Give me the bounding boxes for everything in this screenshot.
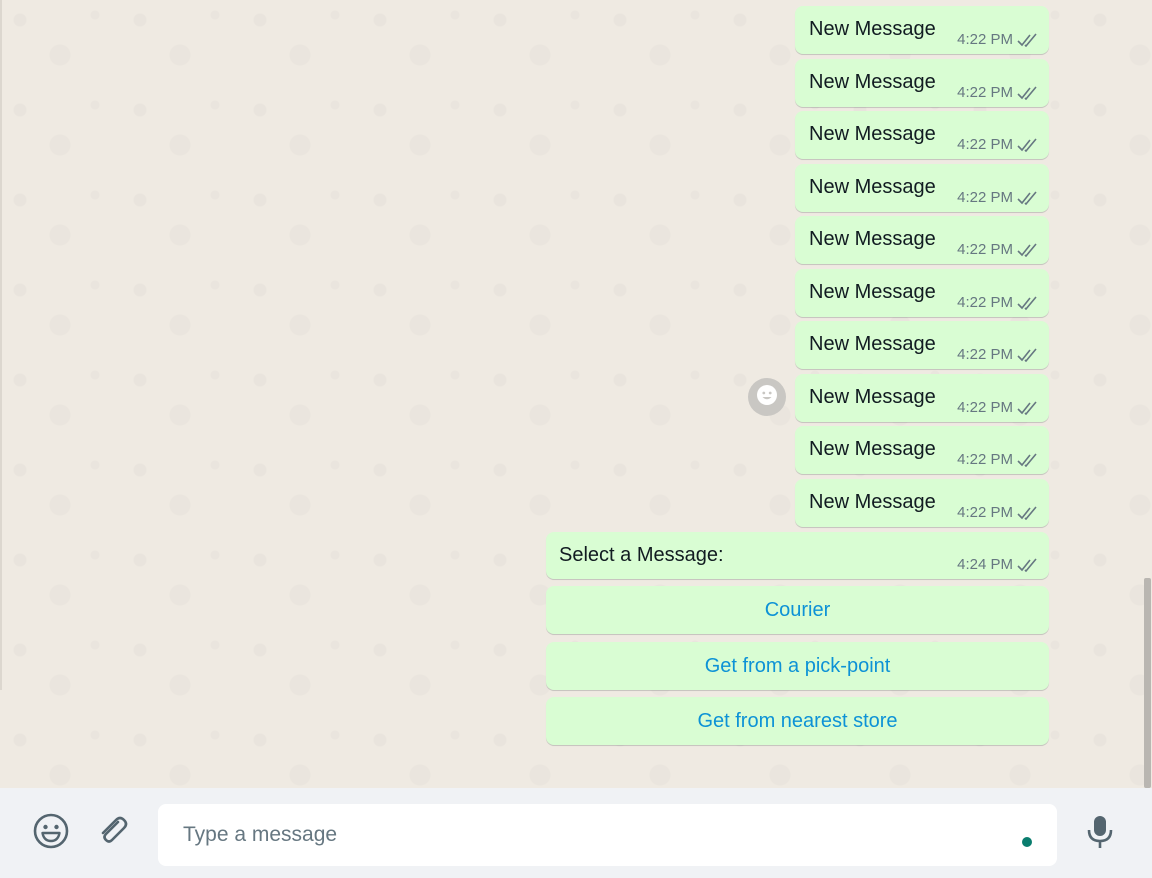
double-check-icon: [1017, 505, 1039, 520]
message-text: New Message: [809, 71, 936, 93]
double-check-icon: [1017, 85, 1039, 100]
double-check-icon: [1017, 295, 1039, 310]
double-check-icon: [1017, 347, 1039, 362]
message-time: 4:22 PM: [957, 294, 1013, 311]
message-meta: 4:22 PM: [957, 84, 1039, 101]
panel-divider: [0, 0, 2, 690]
message-time: 4:22 PM: [957, 241, 1013, 258]
message-time: 4:22 PM: [957, 504, 1013, 521]
message-text: New Message: [809, 491, 936, 513]
message-text: New Message: [809, 333, 936, 355]
message-list[interactable]: New Message 4:22 PM New Message 4:22 PM …: [0, 0, 1152, 788]
chat-window: New Message 4:22 PM New Message 4:22 PM …: [0, 0, 1152, 878]
message-bubble[interactable]: New Message 4:22 PM: [795, 59, 1049, 107]
double-check-icon: [1017, 32, 1039, 47]
message-bubble[interactable]: New Message 4:22 PM: [795, 164, 1049, 212]
message-time: 4:24 PM: [957, 556, 1013, 573]
message-bubble[interactable]: New Message 4:22 PM: [795, 426, 1049, 474]
message-text: New Message: [809, 386, 936, 408]
message-text: New Message: [809, 123, 936, 145]
select-message-bubble[interactable]: Select a Message: 4:24 PM: [546, 532, 1049, 579]
option-button-courier[interactable]: Courier: [546, 586, 1049, 634]
microphone-icon: [1086, 814, 1114, 855]
status-dot: [1022, 837, 1032, 847]
message-bubble[interactable]: New Message 4:22 PM: [795, 269, 1049, 317]
select-message-text: Select a Message:: [559, 544, 724, 566]
message-meta: 4:22 PM: [957, 399, 1039, 416]
emoji-button[interactable]: [30, 812, 72, 854]
double-check-icon: [1017, 400, 1039, 415]
double-check-icon: [1017, 137, 1039, 152]
double-check-icon: [1017, 190, 1039, 205]
composer-bar: [0, 788, 1152, 878]
message-time: 4:22 PM: [957, 84, 1013, 101]
attach-button[interactable]: [92, 812, 134, 854]
message-time: 4:22 PM: [957, 136, 1013, 153]
message-text: New Message: [809, 438, 936, 460]
reaction-button[interactable]: [748, 378, 786, 416]
smiley-icon: [756, 384, 778, 411]
double-check-icon: [1017, 242, 1039, 257]
voice-button[interactable]: [1080, 814, 1120, 854]
message-text: New Message: [809, 281, 936, 303]
message-meta: 4:22 PM: [957, 241, 1039, 258]
message-text: New Message: [809, 176, 936, 198]
double-check-icon: [1017, 452, 1039, 467]
message-time: 4:22 PM: [957, 346, 1013, 363]
message-time: 4:22 PM: [957, 31, 1013, 48]
message-bubble[interactable]: New Message 4:22 PM: [795, 6, 1049, 54]
message-bubble[interactable]: New Message 4:22 PM: [795, 216, 1049, 264]
message-bubble[interactable]: New Message 4:22 PM: [795, 374, 1049, 422]
message-meta: 4:22 PM: [957, 31, 1039, 48]
message-time: 4:22 PM: [957, 189, 1013, 206]
paperclip-icon: [95, 813, 131, 854]
message-bubble[interactable]: New Message 4:22 PM: [795, 321, 1049, 369]
message-input-box[interactable]: [158, 804, 1057, 866]
message-time: 4:22 PM: [957, 451, 1013, 468]
option-button-pick-point[interactable]: Get from a pick-point: [546, 642, 1049, 690]
message-meta: 4:22 PM: [957, 294, 1039, 311]
message-meta: 4:22 PM: [957, 189, 1039, 206]
message-bubble[interactable]: New Message 4:22 PM: [795, 479, 1049, 527]
message-meta: 4:22 PM: [957, 504, 1039, 521]
emoji-icon: [32, 812, 70, 855]
message-meta: 4:24 PM: [957, 556, 1039, 573]
message-time: 4:22 PM: [957, 399, 1013, 416]
message-meta: 4:22 PM: [957, 451, 1039, 468]
scrollbar-thumb[interactable]: [1144, 578, 1151, 788]
message-meta: 4:22 PM: [957, 346, 1039, 363]
message-text: New Message: [809, 18, 936, 40]
message-bubble[interactable]: New Message 4:22 PM: [795, 111, 1049, 159]
double-check-icon: [1017, 557, 1039, 572]
option-button-nearest-store[interactable]: Get from nearest store: [546, 697, 1049, 745]
message-input[interactable]: [183, 804, 1003, 866]
message-text: New Message: [809, 228, 936, 250]
scrollbar[interactable]: [1143, 0, 1152, 788]
message-meta: 4:22 PM: [957, 136, 1039, 153]
